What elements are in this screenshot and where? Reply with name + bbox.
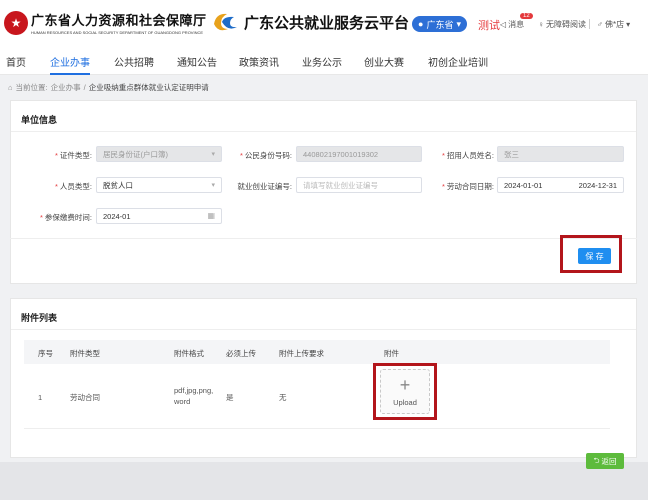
plus-icon: +	[399, 374, 411, 395]
nav-notices[interactable]: 通知公告	[177, 54, 217, 69]
insurance-time-label: * 参保缴费时间:	[39, 213, 92, 222]
insurance-time-picker[interactable]: 2024-01 ▦	[96, 208, 222, 224]
calendar-icon: ▦	[207, 211, 215, 220]
contract-end-date[interactable]: 2024-12-31	[579, 181, 617, 190]
hrss-logo[interactable]: ★ 广东省人力资源和社会保障厅 HUMAN RESOURCES AND SOCI…	[4, 10, 207, 35]
hrss-logo-subtitle: HUMAN RESOURCES AND SOCIAL SECURITY DEPA…	[31, 30, 204, 35]
top-bar: ★ 广东省人力资源和社会保障厅 HUMAN RESOURCES AND SOCI…	[0, 0, 648, 45]
row-requirement: 无	[279, 393, 287, 402]
platform-title: 广东公共就业服务云平台	[244, 14, 410, 32]
home-icon: ⌂	[8, 83, 13, 92]
nav-public-recruitment[interactable]: 公共招聘	[114, 54, 154, 69]
col-attachment: 附件	[384, 349, 399, 358]
test-label: 测试	[478, 20, 500, 32]
active-nav-indicator	[50, 73, 90, 75]
region-selector[interactable]: ● 广东省 ▾	[412, 16, 467, 32]
col-index: 序号	[38, 349, 53, 358]
id-type-label: * 证件类型:	[54, 151, 92, 160]
attachments-card: 附件列表	[10, 298, 637, 458]
breadcrumb-enterprise[interactable]: 企业办事	[51, 82, 81, 93]
main-nav: 首页 企业办事 公共招聘 通知公告 政策资讯 业务公示 创业大赛 初创企业培训	[0, 45, 648, 75]
emblem-icon: ★	[4, 10, 28, 35]
accessibility-label: 无障碍阅读	[546, 20, 586, 29]
nav-home[interactable]: 首页	[6, 54, 26, 69]
citizen-id-label: * 公民身份号码:	[239, 151, 292, 160]
person-type-select[interactable]: 脱贫人口 ▾	[96, 177, 222, 193]
attachments-title: 附件列表	[21, 313, 58, 323]
megaphone-icon: ◁	[500, 20, 507, 29]
return-icon: ⮌	[593, 455, 600, 465]
user-menu[interactable]: ♂ 佛*店 ▾	[597, 19, 630, 30]
nav-business-publicity[interactable]: 业务公示	[302, 54, 342, 69]
user-icon: ♂	[597, 20, 603, 29]
col-required: 必须上传	[226, 349, 256, 358]
col-requirement: 附件上传要求	[279, 349, 324, 358]
employment-cert-label: 就业创业证编号:	[237, 182, 292, 191]
user-name: 佛*店	[605, 20, 625, 29]
nav-enterprise-services[interactable]: 企业办事	[50, 54, 90, 69]
row-format: pdf,jpg,png,word	[174, 386, 214, 406]
row-required: 是	[226, 393, 234, 402]
header-divider	[589, 19, 590, 29]
location-pin-icon: ●	[418, 19, 424, 29]
accessibility-icon: ♀	[538, 20, 544, 29]
row-index: 1	[38, 393, 43, 402]
message-count-badge: 12	[520, 13, 533, 19]
breadcrumb: ⌂ 当前位置: 企业办事 / 企业吸纳重点群体就业认定证明申请	[8, 82, 209, 93]
upload-label: Upload	[393, 397, 417, 407]
employee-name-label: * 招用人员姓名:	[441, 151, 494, 160]
chevron-down-icon: ▾	[456, 18, 461, 29]
id-type-select[interactable]: 居民身份证(户口簿) ▾	[96, 146, 222, 162]
nav-startup-training[interactable]: 初创企业培训	[428, 54, 488, 69]
nav-startup-contest[interactable]: 创业大赛	[364, 54, 404, 69]
contract-start-date[interactable]: 2024-01-01	[504, 181, 542, 190]
platform-logo-icon	[210, 10, 240, 34]
citizen-id-input[interactable]: 440802197001019302	[296, 146, 422, 162]
accessibility-link[interactable]: ♀ 无障碍阅读	[538, 19, 586, 30]
contract-date-range[interactable]: 2024-01-01 2024-12-31	[497, 177, 624, 193]
messages-link[interactable]: ◁ 消息 12	[500, 13, 533, 30]
unit-info-title: 单位信息	[21, 115, 58, 125]
employment-cert-input[interactable]: 请填写就业创业证编号	[296, 177, 422, 193]
footer-band	[0, 462, 648, 500]
row-type: 劳动合同	[70, 393, 100, 402]
upload-button[interactable]: + Upload	[380, 369, 430, 414]
chevron-down-icon: ▾	[626, 20, 631, 29]
col-format: 附件格式	[174, 349, 204, 358]
save-button[interactable]: 保 存	[578, 248, 611, 264]
contract-date-label: * 劳动合同日期:	[441, 182, 494, 191]
back-button[interactable]: ⮌ 返回	[586, 453, 624, 469]
platform-logo[interactable]: 广东公共就业服务云平台	[210, 10, 409, 34]
nav-policy-news[interactable]: 政策资讯	[239, 54, 279, 69]
messages-label: 消息	[508, 20, 525, 29]
hrss-logo-title: 广东省人力资源和社会保障厅	[31, 13, 207, 28]
breadcrumb-current: 企业吸纳重点群体就业认定证明申请	[88, 83, 209, 92]
person-type-label: * 人员类型:	[54, 182, 92, 191]
employee-name-input[interactable]: 张三	[497, 146, 624, 162]
region-label: 广东省	[426, 19, 454, 30]
chevron-down-icon: ▾	[211, 151, 215, 158]
col-type: 附件类型	[70, 349, 100, 358]
chevron-down-icon: ▾	[211, 182, 215, 189]
